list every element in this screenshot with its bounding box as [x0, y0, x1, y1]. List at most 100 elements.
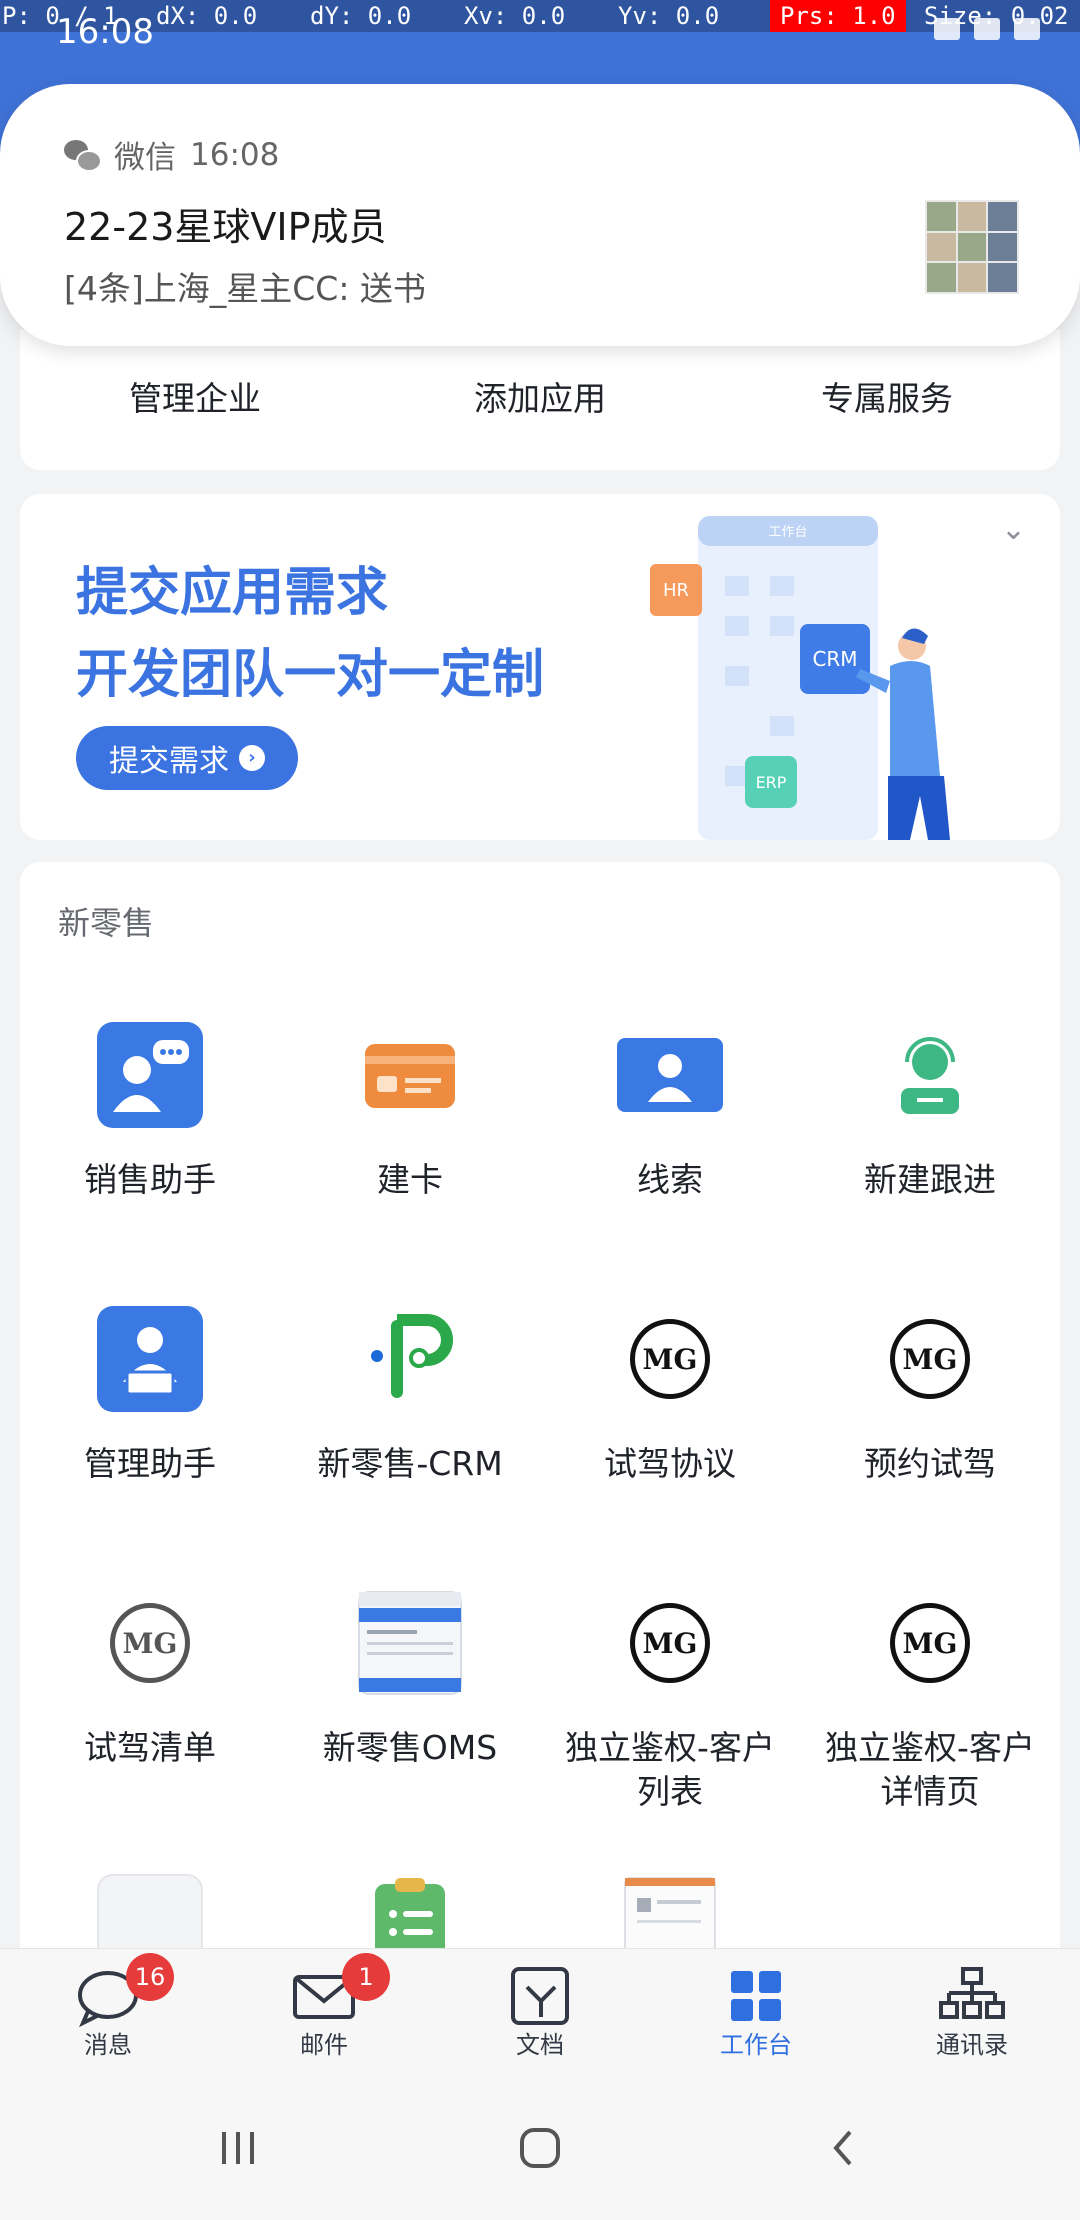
card-icon	[357, 1022, 463, 1128]
back-icon[interactable]	[784, 2076, 904, 2220]
tab-messages[interactable]: 16 消息	[28, 1953, 188, 2060]
app-auth-customer-list[interactable]: MG 独立鉴权-客户 列表	[540, 1590, 800, 1814]
bottom-tab-bar: 16 消息 1 邮件 文档 工作台 通讯录	[0, 1948, 1080, 2076]
wechat-icon	[64, 139, 102, 172]
app-auth-customer-detail[interactable]: MG 独立鉴权-客户 详情页	[800, 1590, 1060, 1814]
new-retail-app-section: 新零售 销售助手 建卡 线索 新建跟进 管理助手 新零售-CRM MG 试驾协议…	[20, 862, 1060, 1948]
app-label: 新建跟进	[864, 1160, 996, 1199]
app-label: 销售助手	[84, 1160, 216, 1199]
notification-time: 16:08	[190, 136, 280, 173]
app-label: 预约试驾	[864, 1444, 996, 1483]
app-book-test-drive[interactable]: MG 预约试驾	[800, 1306, 1060, 1486]
chat-bubble-icon: 16	[28, 1953, 188, 2028]
chevron-down-icon[interactable]: ⌄	[1001, 512, 1026, 547]
tab-label: 文档	[516, 2031, 564, 2059]
debug-xv: Xv: 0.0	[464, 2, 566, 30]
app-icon	[97, 1874, 203, 1948]
document-icon	[460, 1963, 620, 2025]
mg-logo-icon: MG	[617, 1306, 723, 1412]
checklist-icon	[357, 1874, 463, 1948]
banner-headline: 提交应用需求	[76, 563, 389, 623]
illu-erp-text: ERP	[756, 773, 787, 792]
app-label: 建卡	[377, 1160, 443, 1199]
app-leads[interactable]: 线索	[540, 1022, 800, 1202]
app-new-retail-oms[interactable]: 新零售OMS	[280, 1590, 540, 1770]
app-label: 试驾清单	[84, 1728, 216, 1767]
tab-label: 消息	[84, 2031, 132, 2059]
sales-assistant-icon	[97, 1022, 203, 1128]
home-icon[interactable]	[480, 2076, 600, 2220]
mg-logo-icon: MG	[97, 1590, 203, 1696]
followup-icon	[877, 1022, 983, 1128]
app-management-assistant[interactable]: 管理助手	[20, 1306, 280, 1486]
document-preview-icon	[617, 1874, 723, 1948]
mail-icon: 1	[244, 1953, 404, 2025]
app-label: 独立鉴权-客户 列表	[565, 1728, 775, 1811]
quick-actions-card: 管理企业 添加应用 专属服务	[20, 330, 1060, 470]
tab-contacts[interactable]: 通讯录	[892, 1963, 1052, 2060]
oms-screenshot-icon	[357, 1590, 463, 1696]
group-avatar	[925, 200, 1019, 294]
notification-title: 22-23星球VIP成员	[64, 205, 387, 249]
battery-icon	[1014, 18, 1040, 40]
app-label: 新零售OMS	[322, 1728, 498, 1767]
debug-pressure: Prs: 1.0	[770, 0, 906, 32]
add-app-button[interactable]: 添加应用	[410, 372, 670, 420]
debug-dx: dX: 0.0	[156, 2, 258, 30]
debug-dy: dY: 0.0	[310, 2, 412, 30]
custom-dev-banner[interactable]: 提交应用需求 开发团队一对一定制 提交需求 › ⌄ 工作台 HR CRM ERP	[20, 494, 1060, 840]
management-assistant-icon	[97, 1306, 203, 1412]
submit-request-button[interactable]: 提交需求 ›	[76, 726, 298, 790]
tab-mail[interactable]: 1 邮件	[244, 1953, 404, 2060]
chevron-right-icon: ›	[239, 745, 265, 771]
notification-body: [4条]上海_星主CC: 送书	[64, 269, 426, 308]
tab-label: 工作台	[720, 2031, 792, 2059]
illu-hr-text: HR	[663, 580, 689, 601]
status-icons	[934, 18, 1040, 40]
illu-crm-text: CRM	[812, 647, 857, 671]
debug-yv: Yv: 0.0	[618, 2, 720, 30]
mg-logo-icon: MG	[877, 1590, 983, 1696]
wifi-icon	[934, 18, 960, 40]
notification-app-name: 微信	[114, 140, 176, 176]
app-partial-3[interactable]	[540, 1874, 800, 1948]
banner-subheadline: 开发团队一对一定制	[76, 645, 545, 705]
app-test-drive-list[interactable]: MG 试驾清单	[20, 1590, 280, 1770]
submit-request-label: 提交需求	[109, 744, 229, 779]
app-test-drive-agreement[interactable]: MG 试驾协议	[540, 1306, 800, 1486]
mg-logo-icon: MG	[617, 1590, 723, 1696]
app-partial-2[interactable]	[280, 1874, 540, 1948]
app-partial-1[interactable]	[20, 1874, 280, 1948]
signal-icon	[974, 18, 1000, 40]
app-new-followup[interactable]: 新建跟进	[800, 1022, 1060, 1202]
app-sales-assistant[interactable]: 销售助手	[20, 1022, 280, 1202]
wechat-notification[interactable]: 微信 16:08 22-23星球VIP成员 [4条]上海_星主CC: 送书	[0, 84, 1080, 346]
exclusive-service-button[interactable]: 专属服务	[757, 372, 1017, 420]
crm-logo-icon	[357, 1306, 463, 1412]
app-label: 线索	[637, 1160, 703, 1199]
tab-label: 邮件	[300, 2031, 348, 2059]
section-title: 新零售	[58, 904, 155, 942]
leads-icon	[617, 1022, 723, 1128]
org-chart-icon	[892, 1963, 1052, 2025]
status-time: 16:08	[56, 12, 154, 52]
notification-header: 微信 16:08	[64, 132, 279, 177]
app-label: 独立鉴权-客户 详情页	[825, 1728, 1035, 1811]
recent-apps-icon[interactable]	[178, 2076, 298, 2220]
manage-enterprise-button[interactable]: 管理企业	[65, 372, 325, 420]
app-create-card[interactable]: 建卡	[280, 1022, 540, 1202]
workspace-illustration: 工作台 HR CRM ERP	[650, 516, 950, 840]
illu-header-text: 工作台	[768, 525, 807, 540]
app-new-retail-crm[interactable]: 新零售-CRM	[280, 1306, 540, 1486]
mail-badge: 1	[342, 1953, 390, 2001]
system-navigation-bar	[0, 2076, 1080, 2220]
tab-workspace[interactable]: 工作台	[676, 1963, 836, 2060]
mg-logo-icon: MG	[877, 1306, 983, 1412]
app-label: 管理助手	[84, 1444, 216, 1483]
messages-badge: 16	[126, 1953, 174, 2001]
tab-label: 通讯录	[936, 2031, 1008, 2059]
tab-docs[interactable]: 文档	[460, 1963, 620, 2060]
app-label: 试驾协议	[604, 1444, 736, 1483]
grid-icon	[676, 1963, 836, 2025]
pointer-debug-overlay: P: 0 / 1 dX: 0.0 dY: 0.0 Xv: 0.0 Yv: 0.0…	[0, 0, 1080, 32]
